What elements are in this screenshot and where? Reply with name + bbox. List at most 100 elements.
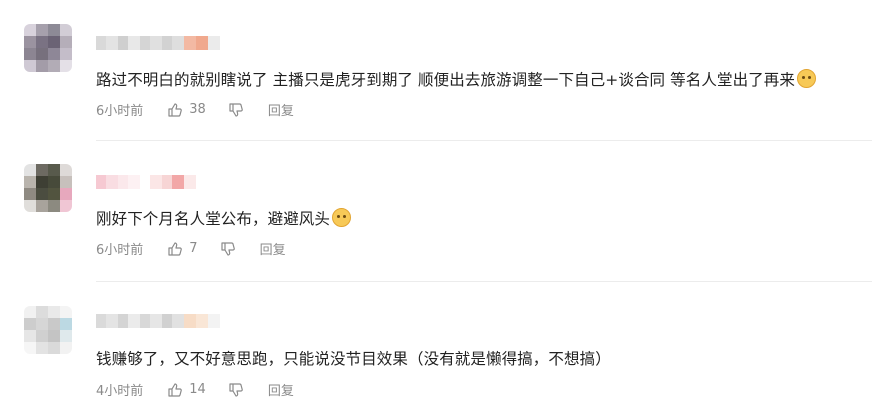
like-button[interactable]: 7: [167, 241, 198, 257]
avatar-pixel: [24, 200, 36, 212]
thumbs-down-icon: [229, 102, 243, 117]
avatar[interactable]: [24, 164, 72, 212]
avatar-pixel: [24, 342, 36, 354]
avatar-pixel: [60, 330, 72, 342]
like-count: 7: [189, 241, 198, 256]
avatar-pixel: [60, 318, 72, 330]
username-pixel: [140, 175, 150, 189]
avatar-pixel: [36, 200, 48, 212]
username-pixel: [106, 314, 118, 328]
avatar-pixel: [36, 342, 48, 354]
avatar-pixel: [48, 176, 60, 188]
username-blurred[interactable]: [96, 175, 196, 189]
username-pixel: [162, 314, 172, 328]
avatar-pixel: [48, 330, 60, 342]
username-pixel: [184, 175, 196, 189]
avatar-pixel: [60, 48, 72, 60]
cat-face-icon: [332, 208, 352, 227]
avatar-pixel: [60, 306, 72, 318]
avatar-pixel: [24, 176, 36, 188]
username-blurred[interactable]: [96, 36, 220, 50]
comment-text: 路过不明白的就别瞎说了 主播只是虎牙到期了 顺便出去旅游调整一下自己+谈合同 等…: [96, 68, 816, 90]
avatar-pixel: [48, 164, 60, 176]
comment-time: 6小时前: [96, 243, 144, 258]
like-button[interactable]: 14: [167, 382, 206, 398]
username-pixel: [150, 36, 162, 50]
thumbs-down-icon: [229, 382, 243, 397]
divider: [96, 140, 872, 141]
comment-text: 刚好下个月名人堂公布，避避风头: [96, 207, 352, 229]
username-pixel: [162, 175, 172, 189]
avatar-pixel: [36, 36, 48, 48]
username-pixel: [196, 314, 208, 328]
avatar-pixel: [48, 60, 60, 72]
username-pixel: [128, 314, 140, 328]
avatar-pixel: [48, 200, 60, 212]
avatar-pixel: [36, 330, 48, 342]
username-pixel: [172, 175, 184, 189]
avatar-pixel: [48, 36, 60, 48]
avatar-pixel: [36, 306, 48, 318]
avatar-pixel: [60, 24, 72, 36]
divider: [96, 281, 872, 282]
avatar[interactable]: [24, 306, 72, 354]
avatar-pixel: [24, 60, 36, 72]
thumbs-up-icon: [168, 102, 183, 117]
comment-meta: 4小时前 14 回复: [96, 380, 294, 399]
thumbs-down-icon: [220, 241, 235, 256]
avatar-pixel: [36, 24, 48, 36]
dislike-button[interactable]: [228, 102, 244, 118]
avatar-pixel: [24, 24, 36, 36]
avatar-pixel: [48, 342, 60, 354]
avatar-pixel: [48, 318, 60, 330]
avatar-pixel: [36, 60, 48, 72]
username-pixel: [96, 314, 106, 328]
username-pixel: [128, 36, 140, 50]
thumbs-up-icon: [168, 241, 183, 256]
avatar-pixel: [60, 164, 72, 176]
avatar-pixel: [60, 200, 72, 212]
comment-text: 钱赚够了，又不好意思跑，只能说没节目效果（没有就是懒得搞，不想搞）: [96, 350, 611, 368]
username-pixel: [96, 36, 106, 50]
avatar-pixel: [24, 306, 36, 318]
like-count: 14: [189, 382, 206, 397]
username-pixel: [118, 175, 128, 189]
like-button[interactable]: 38: [167, 102, 206, 118]
username-pixel: [128, 175, 140, 189]
reply-button[interactable]: 回复: [260, 239, 286, 258]
dislike-button[interactable]: [220, 241, 236, 257]
avatar-pixel: [36, 48, 48, 60]
avatar-pixel: [24, 188, 36, 200]
avatar-pixel: [24, 318, 36, 330]
username-pixel: [172, 314, 184, 328]
avatar-pixel: [60, 342, 72, 354]
reply-button[interactable]: 回复: [268, 100, 294, 119]
avatar-pixel: [36, 188, 48, 200]
comment-meta: 6小时前 38 回复: [96, 100, 294, 119]
username-pixel: [196, 36, 208, 50]
avatar-pixel: [36, 164, 48, 176]
username-pixel: [140, 36, 150, 50]
username-pixel: [96, 175, 106, 189]
avatar-pixel: [48, 48, 60, 60]
comment-meta: 6小时前 7 回复: [96, 239, 286, 258]
avatar-pixel: [60, 176, 72, 188]
username-pixel: [162, 36, 172, 50]
username-pixel: [118, 36, 128, 50]
avatar-pixel: [24, 164, 36, 176]
avatar-pixel: [36, 318, 48, 330]
dislike-button[interactable]: [228, 382, 244, 398]
avatar-pixel: [48, 24, 60, 36]
username-pixel: [150, 314, 162, 328]
avatar-pixel: [60, 36, 72, 48]
avatar[interactable]: [24, 24, 72, 72]
reply-button[interactable]: 回复: [268, 380, 294, 399]
cat-face-icon: [796, 69, 816, 88]
avatar-pixel: [24, 48, 36, 60]
comment-time: 6小时前: [96, 104, 144, 119]
username-pixel: [106, 36, 118, 50]
avatar-pixel: [60, 188, 72, 200]
username-blurred[interactable]: [96, 314, 220, 328]
avatar-pixel: [24, 330, 36, 342]
avatar-pixel: [48, 306, 60, 318]
